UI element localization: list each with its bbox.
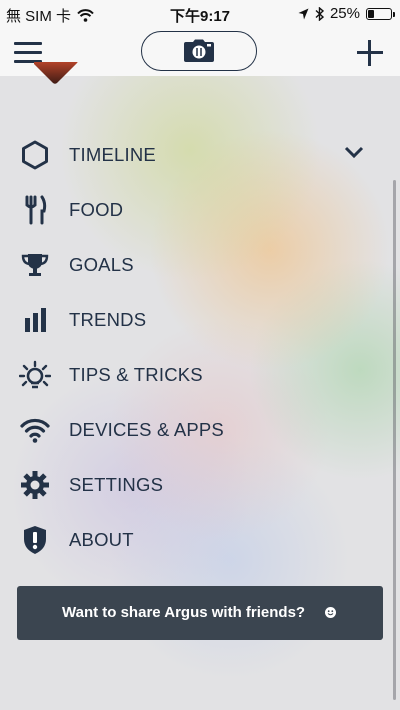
menu-item-tips-tricks[interactable]: TIPS & TRICKS: [0, 347, 380, 402]
chevron-down-icon[interactable]: [344, 146, 364, 160]
battery-icon: [366, 7, 395, 20]
location-arrow-icon: [298, 8, 309, 19]
bluetooth-icon: [315, 6, 324, 21]
menu-item-label: DEVICES & APPS: [69, 418, 224, 440]
trophy-icon: [19, 249, 51, 281]
menu-item-label: SETTINGS: [69, 473, 164, 495]
menu-item-label: ABOUT: [69, 528, 134, 550]
menu-item-label: TIPS & TRICKS: [69, 363, 203, 385]
hamburger-menu-button[interactable]: [14, 42, 42, 64]
smiley-icon: [325, 607, 336, 618]
menu-item-trends[interactable]: TRENDS: [0, 292, 380, 347]
menu-item-label: FOOD: [69, 198, 124, 220]
lightbulb-icon: [19, 359, 51, 391]
camera-icon: [184, 39, 214, 62]
menu-item-goals[interactable]: GOALS: [0, 237, 380, 292]
battery-percent: 25%: [329, 5, 360, 22]
status-time: 下午9:17: [169, 8, 231, 25]
avatar-image: [34, 62, 78, 86]
hamburger-icon-bar: [14, 51, 42, 54]
share-banner-text: Want to share Argus with friends?: [62, 604, 306, 621]
menu-item-label: TIMELINE: [69, 143, 156, 165]
add-button[interactable]: [357, 40, 383, 66]
battery-fill: [368, 9, 374, 18]
bar-chart-icon: [19, 304, 51, 336]
status-right: 25%: [298, 5, 395, 22]
avatar[interactable]: [34, 62, 78, 92]
shield-alert-icon: [19, 524, 51, 556]
menu-item-devices-apps[interactable]: DEVICES & APPS: [0, 402, 380, 457]
menu-item-settings[interactable]: SETTINGS: [0, 457, 380, 512]
scrollbar[interactable]: [393, 180, 396, 700]
fork-knife-icon: [19, 194, 51, 226]
status-bar: 無 SIM 卡 下午9:17 25%: [0, 0, 400, 28]
gear-icon: [19, 469, 51, 501]
menu-item-label: TRENDS: [69, 308, 147, 330]
camera-button[interactable]: [141, 31, 257, 71]
menu-item-food[interactable]: FOOD: [0, 182, 380, 237]
wifi-icon: [19, 414, 51, 446]
hexagon-icon: [19, 139, 51, 171]
hamburger-icon-bar: [14, 42, 42, 45]
menu-item-timeline[interactable]: TIMELINE: [0, 127, 380, 182]
menu-item-about[interactable]: ABOUT: [0, 512, 380, 567]
menu-item-label: GOALS: [69, 253, 134, 275]
share-banner-button[interactable]: Want to share Argus with friends?: [17, 586, 383, 640]
